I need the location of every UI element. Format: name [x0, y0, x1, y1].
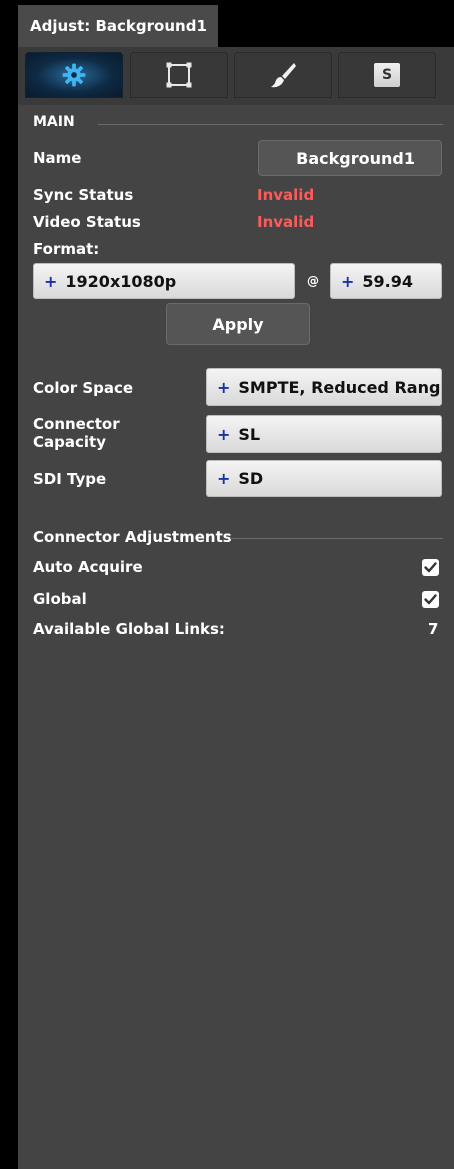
plus-icon: + [44, 271, 58, 291]
check-icon [424, 594, 437, 605]
connector-capacity-value: SL [238, 424, 261, 444]
tab-bar: S [18, 47, 454, 105]
available-global-links-label: Available Global Links: [33, 620, 225, 638]
global-checkbox[interactable] [422, 591, 439, 608]
global-label: Global [33, 590, 87, 608]
sdi-type-label: SDI Type [33, 470, 107, 488]
format-select[interactable]: + 1920x1080p [33, 263, 295, 299]
format-label: Format: [33, 240, 100, 258]
tab-s[interactable]: S [338, 52, 436, 98]
plus-icon: + [341, 271, 355, 291]
gear-icon [62, 63, 86, 87]
panel-title: Adjust: Background1 [18, 5, 218, 47]
tab-crop[interactable] [130, 52, 228, 98]
s-badge-icon: S [374, 63, 400, 87]
adjust-panel: Adjust: Background1 S MAIN Name Backgrou… [0, 0, 454, 1169]
sync-status-value: Invalid [257, 186, 315, 204]
apply-button[interactable]: Apply [166, 303, 310, 345]
name-label: Name [33, 149, 82, 167]
auto-acquire-label: Auto Acquire [33, 558, 143, 576]
panel-body: S MAIN Name Background1 Sync Status Inva… [18, 47, 454, 1169]
available-global-links-value: 7 [428, 620, 439, 638]
sdi-type-value: SD [238, 469, 264, 488]
tab-brush[interactable] [234, 52, 332, 98]
connector-capacity-label: Connector Capacity [33, 415, 120, 451]
main-divider [98, 124, 443, 125]
tab-settings[interactable] [25, 52, 123, 98]
plus-icon: + [217, 469, 231, 488]
plus-icon: + [217, 377, 231, 397]
name-field[interactable]: Background1 [258, 140, 442, 176]
sdi-type-select[interactable]: + SD [206, 460, 442, 497]
connector-capacity-select[interactable]: + SL [206, 415, 442, 453]
rate-select[interactable]: + 59.94 [330, 263, 442, 299]
video-status-label: Video Status [33, 213, 141, 231]
connector-adjustments-label: Connector Adjustments [33, 528, 232, 546]
color-space-select[interactable]: + SMPTE, Reduced Range [206, 368, 442, 406]
rate-value: 59.94 [362, 271, 414, 291]
tab-s-label: S [381, 67, 393, 83]
format-value: 1920x1080p [65, 271, 177, 291]
auto-acquire-checkbox[interactable] [422, 559, 439, 576]
connector-capacity-label-line1: Connector [33, 415, 120, 433]
connector-capacity-label-line2: Capacity [33, 433, 106, 451]
crop-frame-icon [166, 62, 192, 88]
connector-adjustments-divider [230, 538, 443, 539]
plus-icon: + [217, 424, 231, 444]
brush-icon [271, 63, 296, 88]
main-section-label: MAIN [33, 114, 75, 130]
check-icon [424, 562, 437, 573]
sync-status-label: Sync Status [33, 186, 134, 204]
color-space-label: Color Space [33, 379, 134, 397]
color-space-value: SMPTE, Reduced Range [238, 377, 442, 397]
video-status-value: Invalid [257, 213, 315, 231]
at-symbol: @ [307, 274, 319, 288]
